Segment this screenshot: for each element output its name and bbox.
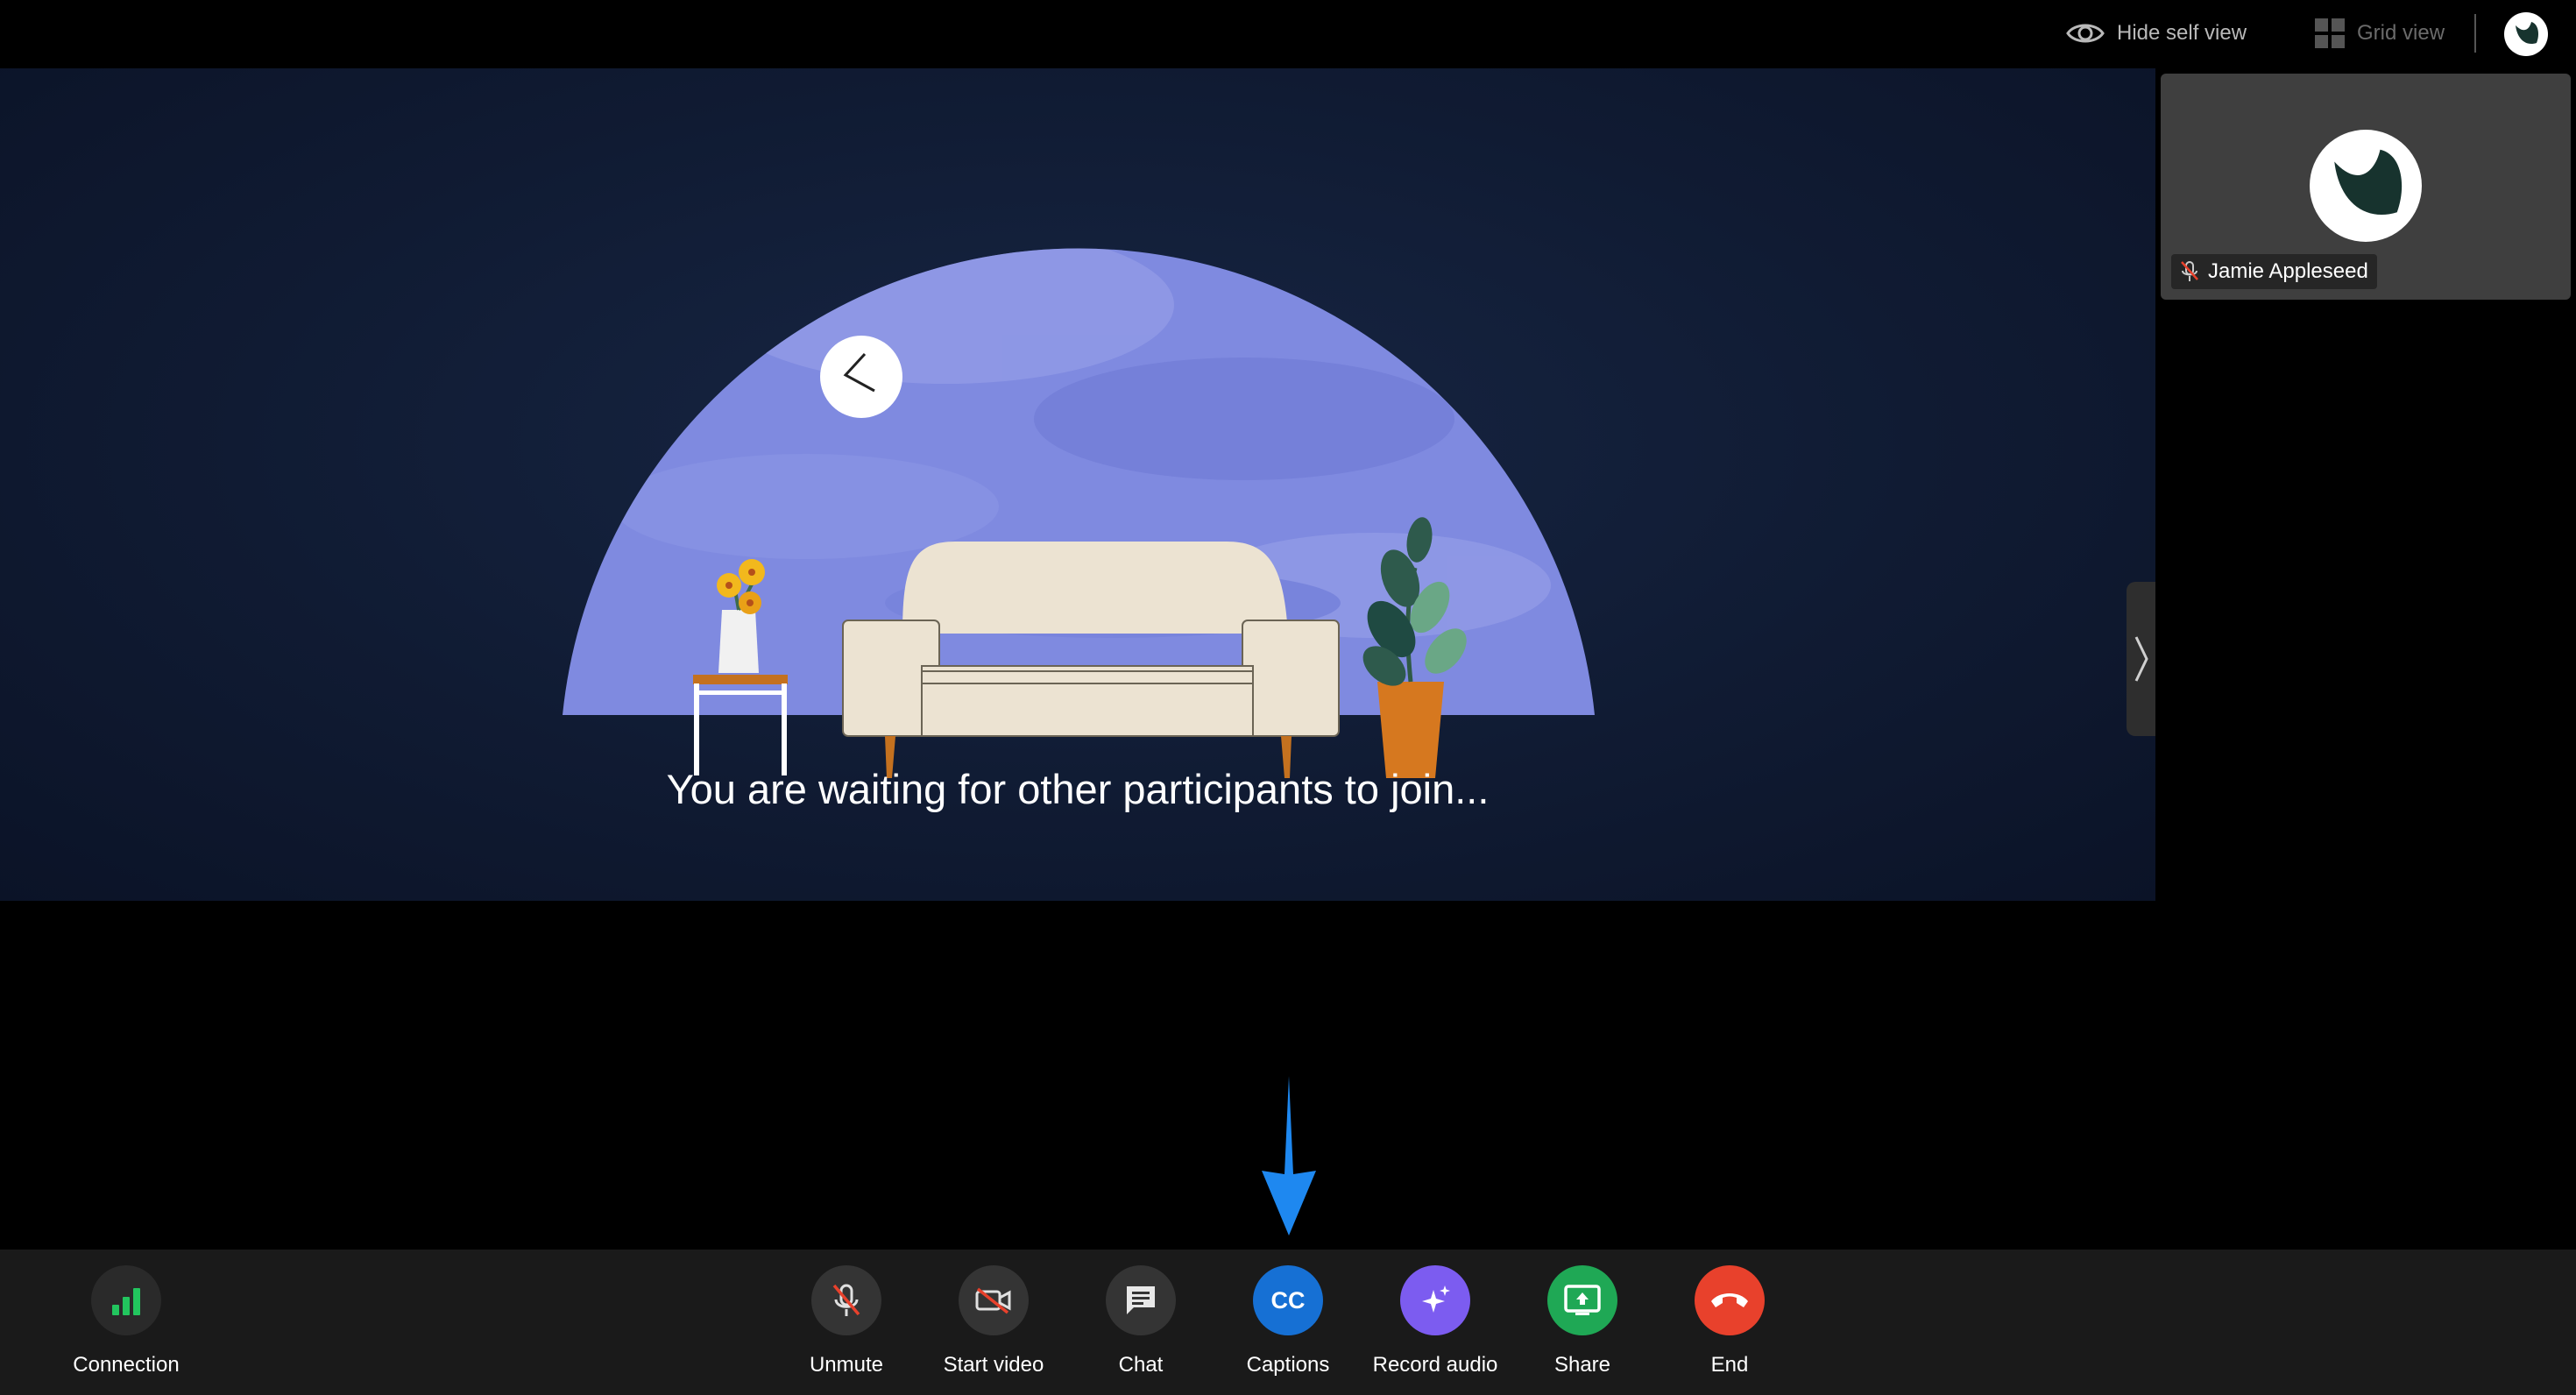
eye-icon bbox=[2066, 24, 2105, 43]
grid-view-label: Grid view bbox=[2357, 21, 2445, 45]
unmute-circle bbox=[811, 1265, 881, 1335]
waiting-message: You are waiting for other participants t… bbox=[666, 766, 1490, 812]
end-call-circle bbox=[1695, 1265, 1765, 1335]
record-audio-label: Record audio bbox=[1372, 1353, 1498, 1377]
self-view-tile[interactable]: Jamie Appleseed bbox=[2161, 74, 2571, 300]
top-divider bbox=[2474, 14, 2476, 53]
avatar bbox=[2310, 130, 2422, 242]
video-off-icon bbox=[975, 1287, 1011, 1314]
grid-view-button[interactable]: Grid view bbox=[2315, 16, 2445, 51]
sparkle-icon bbox=[1422, 1285, 1450, 1313]
top-bar: Hide self view Grid view bbox=[0, 0, 2576, 68]
hang-up-icon bbox=[1711, 1293, 1748, 1307]
connection-label: Connection bbox=[73, 1353, 180, 1377]
mic-muted-icon bbox=[832, 1284, 860, 1316]
share-circle bbox=[1547, 1265, 1617, 1335]
unmute-button[interactable]: Unmute bbox=[768, 1265, 925, 1377]
hide-self-view-button[interactable]: Hide self view bbox=[2066, 16, 2247, 51]
end-label: End bbox=[1710, 1353, 1749, 1377]
chat-circle bbox=[1106, 1265, 1176, 1335]
connection-button[interactable]: Connection bbox=[47, 1265, 205, 1377]
signal-bars-icon bbox=[112, 1288, 140, 1315]
grid-icon bbox=[2315, 18, 2345, 48]
start-video-circle bbox=[959, 1265, 1029, 1335]
captions-button[interactable]: CC Captions bbox=[1209, 1265, 1367, 1377]
captions-icon: CC bbox=[1270, 1286, 1306, 1314]
chat-icon bbox=[1127, 1286, 1155, 1314]
participant-name: Jamie Appleseed bbox=[2208, 259, 2368, 283]
share-screen-icon bbox=[1564, 1285, 1601, 1315]
meeting-toolbar: Connection Unmute Start video Chat CC Ca… bbox=[0, 1250, 2576, 1395]
connection-circle bbox=[91, 1265, 161, 1335]
record-audio-circle bbox=[1400, 1265, 1470, 1335]
webex-logo-icon[interactable] bbox=[2504, 12, 2548, 56]
unmute-label: Unmute bbox=[809, 1353, 884, 1377]
mic-muted-icon bbox=[2181, 261, 2198, 281]
start-video-label: Start video bbox=[943, 1353, 1044, 1377]
hide-self-view-label: Hide self view bbox=[2117, 21, 2247, 45]
side-panel-toggle[interactable] bbox=[2127, 582, 2155, 736]
chat-label: Chat bbox=[1118, 1353, 1164, 1377]
participant-name-badge: Jamie Appleseed bbox=[2171, 254, 2377, 289]
main-stage: You are waiting for other participants t… bbox=[0, 68, 2155, 901]
waiting-room-illustration bbox=[563, 248, 1595, 778]
captions-label: Captions bbox=[1246, 1353, 1330, 1377]
webex-logo-icon bbox=[2334, 149, 2403, 216]
annotation-arrow-icon bbox=[1262, 1076, 1316, 1236]
share-label: Share bbox=[1553, 1353, 1611, 1377]
record-audio-button[interactable]: Record audio bbox=[1356, 1265, 1514, 1377]
share-button[interactable]: Share bbox=[1504, 1265, 1661, 1377]
end-call-button[interactable]: End bbox=[1651, 1265, 1808, 1377]
chevron-right-icon bbox=[2134, 636, 2148, 682]
captions-circle: CC bbox=[1253, 1265, 1323, 1335]
start-video-button[interactable]: Start video bbox=[915, 1265, 1072, 1377]
chat-button[interactable]: Chat bbox=[1062, 1265, 1220, 1377]
